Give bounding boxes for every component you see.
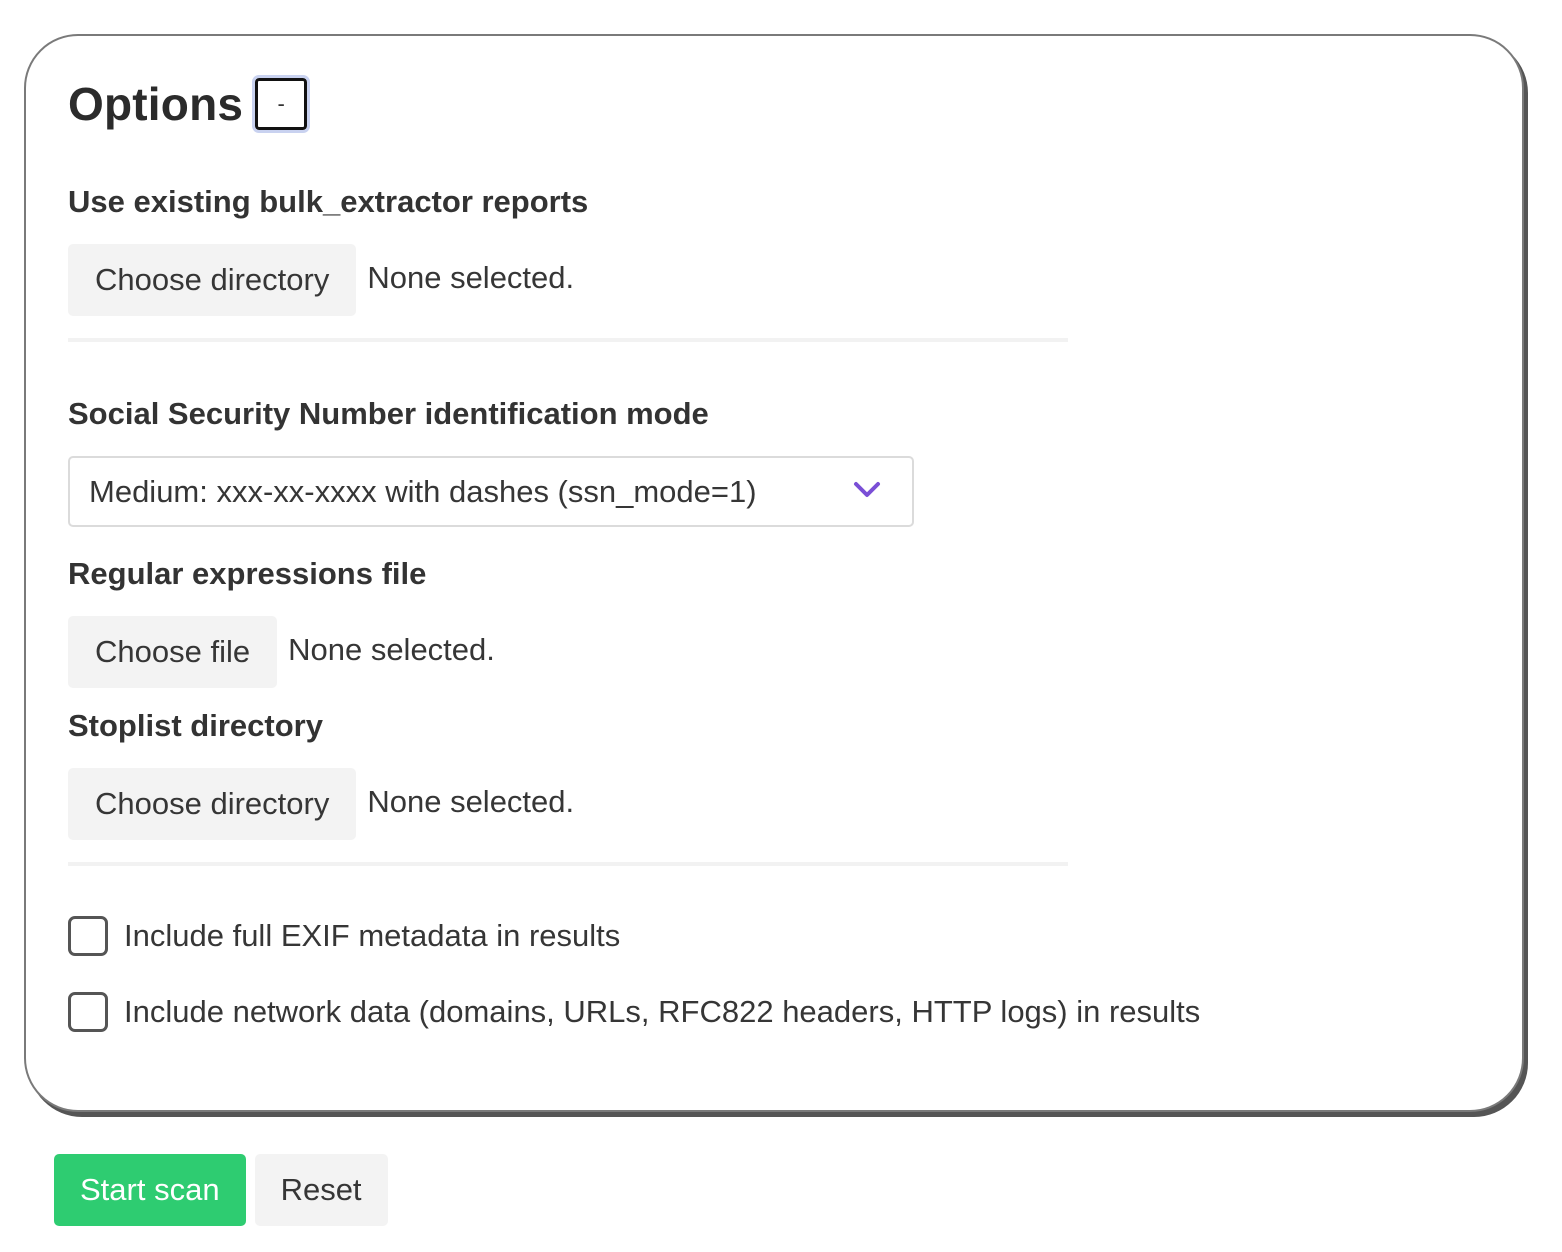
network-data-option: Include network data (domains, URLs, RFC…: [68, 992, 1200, 1032]
start-scan-label: Start scan: [80, 1172, 220, 1207]
ssn-mode-label: Social Security Number identification mo…: [68, 396, 709, 431]
exif-checkbox[interactable]: [68, 916, 108, 956]
collapse-button-label: -: [277, 91, 285, 116]
exif-checkbox-label[interactable]: Include full EXIF metadata in results: [124, 918, 620, 954]
exif-option: Include full EXIF metadata in results: [68, 916, 620, 956]
choose-reports-directory-button[interactable]: Choose directory: [68, 244, 357, 316]
reports-picker: Choose directory None selected.: [68, 244, 574, 316]
choose-regex-file-button[interactable]: Choose file: [68, 616, 278, 688]
stoplist-label: Stoplist directory: [68, 708, 323, 743]
stoplist-status: None selected.: [367, 784, 575, 819]
chevron-down-icon: [854, 482, 880, 497]
ssn-mode-select[interactable]: Medium: xxx-xx-xxxx with dashes (ssn_mod…: [68, 456, 914, 527]
section-divider: [68, 338, 1068, 342]
collapse-options-button[interactable]: -: [252, 75, 311, 133]
form-actions: Start scan Reset: [54, 1154, 388, 1226]
ssn-mode-selected-value: Medium: xxx-xx-xxxx with dashes (ssn_mod…: [89, 473, 757, 509]
network-data-checkbox-label[interactable]: Include network data (domains, URLs, RFC…: [124, 994, 1200, 1030]
reset-button[interactable]: Reset: [254, 1154, 388, 1226]
regex-file-status: None selected.: [288, 632, 495, 667]
stoplist-picker: Choose directory None selected.: [68, 768, 574, 840]
regex-file-label: Regular expressions file: [68, 556, 427, 591]
choose-stoplist-directory-label: Choose directory: [95, 786, 330, 821]
reports-label: Use existing bulk_extractor reports: [68, 184, 589, 219]
choose-reports-directory-label: Choose directory: [95, 262, 330, 297]
options-title: Options: [68, 78, 244, 130]
regex-file-picker: Choose file None selected.: [68, 616, 495, 688]
reset-label: Reset: [280, 1172, 362, 1207]
network-data-checkbox[interactable]: [68, 992, 108, 1032]
reports-status: None selected.: [367, 260, 575, 295]
start-scan-button[interactable]: Start scan: [54, 1154, 246, 1226]
options-header: Options -: [68, 75, 311, 133]
choose-stoplist-directory-button[interactable]: Choose directory: [68, 768, 357, 840]
choose-regex-file-label: Choose file: [95, 634, 251, 669]
section-divider: [68, 862, 1068, 866]
options-panel: Options - Use existing bulk_extractor re…: [24, 34, 1524, 1112]
